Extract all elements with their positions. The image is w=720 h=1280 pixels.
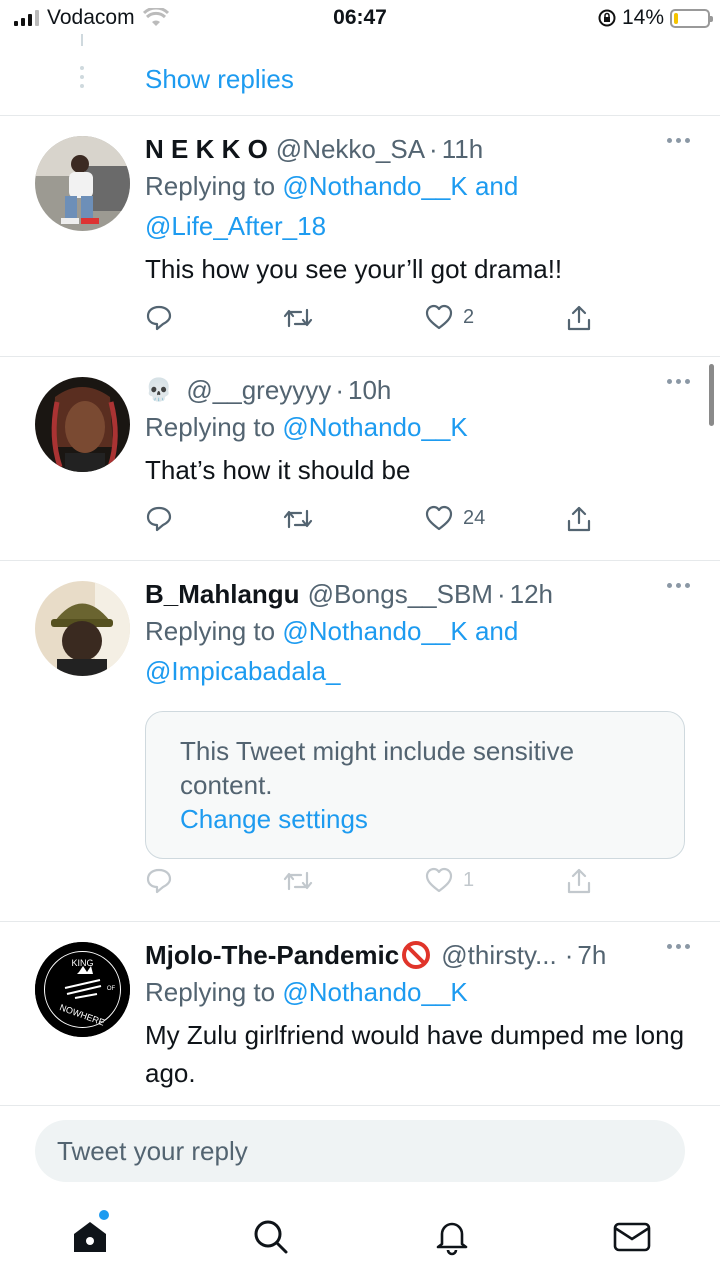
notifications-icon: [436, 1222, 468, 1256]
tweet[interactable]: KING OF NOWHERE Mjolo-The-Pandemic @thir…: [0, 922, 720, 1105]
skull-emoji: 💀: [145, 377, 173, 402]
status-bar: Vodacom 06:47 14%: [0, 0, 720, 36]
reply-bar: [0, 1105, 720, 1280]
like-button[interactable]: 1: [425, 867, 474, 893]
avatar[interactable]: [35, 581, 130, 676]
retweet-icon: [283, 509, 313, 529]
reply-input[interactable]: [35, 1120, 685, 1182]
replying-to: Replying to @Nothando__K: [145, 977, 468, 1007]
like-button[interactable]: 24: [425, 505, 485, 531]
retweet-icon: [283, 871, 313, 891]
tweet-actions: 1: [145, 867, 595, 901]
author-name[interactable]: N E K K O: [145, 134, 268, 165]
tab-home[interactable]: [70, 1210, 110, 1256]
like-count: 1: [463, 868, 475, 891]
share-icon: [567, 868, 591, 894]
retweet-icon: [283, 308, 313, 328]
tweet[interactable]: 💀 @__greyyyy · 10h Replying to @Nothando…: [0, 357, 720, 561]
author-handle: @Nekko_SA: [275, 133, 426, 164]
reply-button[interactable]: [145, 304, 173, 332]
king-of-nowhere-logo: KING OF NOWHERE: [35, 942, 130, 1037]
svg-text:KING: KING: [71, 958, 93, 968]
author-handle: @Bongs__SBM: [307, 578, 493, 609]
reply-button[interactable]: [145, 505, 173, 533]
reply-icon: [146, 868, 172, 894]
thread-dots-icon: [80, 66, 84, 88]
retweet-button[interactable]: [283, 304, 313, 332]
share-button[interactable]: [565, 505, 593, 533]
mention-link[interactable]: @Impicabadala_: [145, 656, 341, 686]
replying-to: Replying to @Nothando__K: [145, 412, 468, 442]
heart-icon: [425, 505, 453, 531]
more-options-icon[interactable]: [667, 583, 690, 588]
avatar[interactable]: [35, 377, 130, 472]
tweet-time: 11h: [441, 133, 484, 164]
svg-text:OF: OF: [107, 986, 116, 992]
show-replies-link[interactable]: Show replies: [145, 64, 294, 95]
author-handle[interactable]: @__greyyyy: [186, 375, 331, 406]
show-replies-row[interactable]: Show replies: [0, 34, 720, 116]
reply-button[interactable]: [145, 867, 173, 895]
scrollbar[interactable]: [709, 364, 714, 426]
mention-link[interactable]: @Nothando__K: [282, 977, 467, 1007]
tweet[interactable]: B_Mahlangu @Bongs__SBM · 12h Replying to…: [0, 561, 720, 922]
share-button[interactable]: [565, 867, 593, 895]
mention-link[interactable]: @Nothando__K: [282, 171, 467, 201]
replying-to: Replying to @Nothando__K and @Life_After…: [145, 171, 519, 241]
share-icon: [567, 305, 591, 331]
tweet-time: 10h: [347, 374, 392, 405]
battery-percent: 14%: [621, 6, 664, 29]
heart-icon: [425, 867, 453, 893]
home-icon: [74, 1222, 106, 1252]
author-handle: @thirsty...: [441, 939, 557, 970]
reply-icon: [146, 305, 172, 331]
like-count: 24: [463, 506, 486, 529]
tab-bar: [0, 1206, 720, 1266]
mention-link[interactable]: @Nothando__K: [282, 412, 467, 442]
retweet-button[interactable]: [283, 505, 313, 533]
more-options-icon[interactable]: [667, 379, 690, 384]
mention-link[interactable]: @Life_After_18: [145, 211, 326, 241]
tab-messages[interactable]: [612, 1216, 652, 1256]
sensitive-content-card: This Tweet might include sensitive conte…: [145, 711, 685, 859]
avatar[interactable]: KING OF NOWHERE: [35, 942, 130, 1037]
more-options-icon[interactable]: [667, 944, 690, 949]
search-icon: [254, 1220, 288, 1254]
tweet[interactable]: N E K K O @Nekko_SA · 11h Replying to @N…: [0, 116, 720, 357]
like-count: 2: [463, 305, 475, 328]
avatar[interactable]: [35, 136, 130, 231]
tweet-time: 12h: [509, 578, 554, 609]
tweet-text: That’s how it should be: [145, 455, 411, 485]
tab-search[interactable]: [250, 1216, 290, 1256]
tweet-actions: 24: [145, 505, 595, 539]
heart-icon: [425, 304, 453, 330]
prohibited-icon: [402, 941, 431, 969]
mention-link[interactable]: @Nothando__K: [282, 616, 467, 646]
reply-icon: [146, 506, 172, 532]
more-options-icon[interactable]: [667, 138, 690, 143]
retweet-button[interactable]: [283, 867, 313, 895]
battery-icon: [670, 8, 713, 28]
tweet-actions: 2: [145, 304, 595, 338]
replying-to: Replying to @Nothando__K and @Impicabada…: [145, 616, 519, 686]
thread-line: [81, 34, 83, 46]
author-name[interactable]: B_Mahlangu: [145, 579, 300, 610]
author-name[interactable]: Mjolo-The-Pandemic: [145, 940, 399, 971]
messages-icon: [613, 1222, 651, 1252]
sensitive-warning-text: This Tweet might include sensitive conte…: [180, 736, 575, 800]
like-button[interactable]: 2: [425, 304, 474, 330]
share-icon: [567, 506, 591, 532]
tweet-time: 7h: [577, 939, 607, 970]
orientation-lock-icon: [598, 9, 616, 27]
share-button[interactable]: [565, 304, 593, 332]
tweet-text: My Zulu girlfriend would have dumped me …: [145, 1020, 685, 1088]
tweet-text: This how you see your’ll got drama!!: [145, 254, 563, 284]
tab-notifications[interactable]: [432, 1216, 472, 1256]
change-settings-link[interactable]: Change settings: [180, 802, 650, 836]
new-content-dot: [99, 1210, 109, 1220]
